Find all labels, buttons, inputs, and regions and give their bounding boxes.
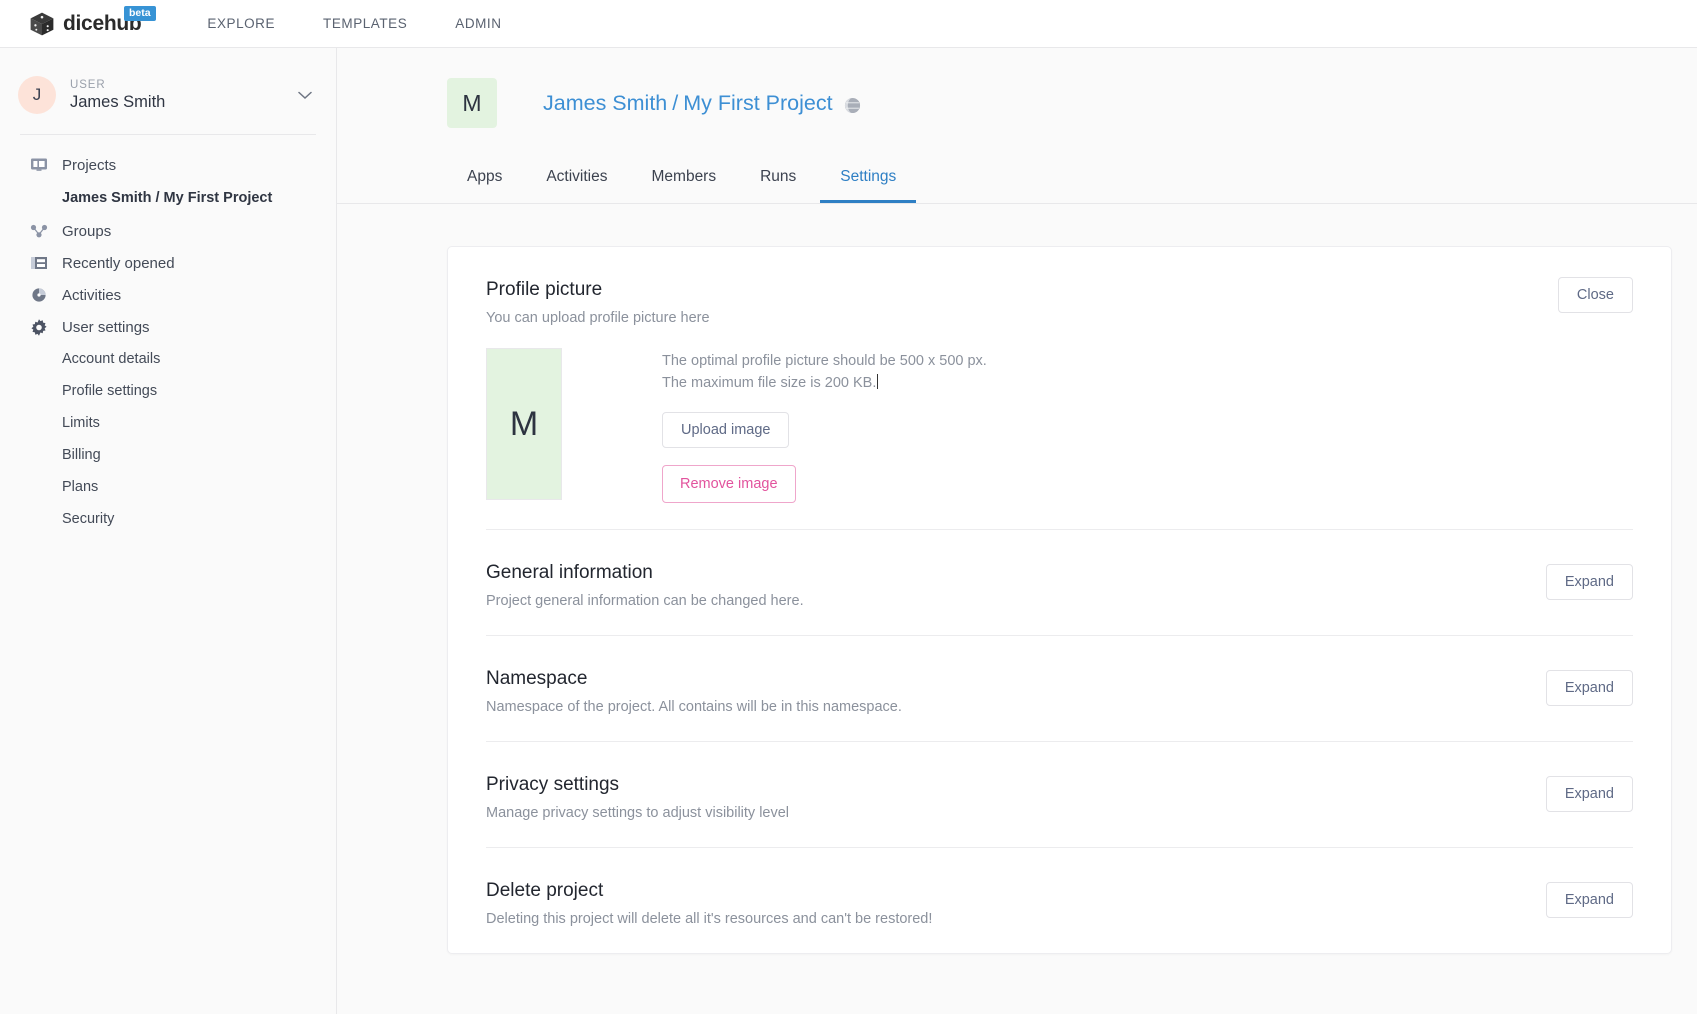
sidebar-item-groups[interactable]: Groups [0, 215, 336, 247]
avatar: J [18, 76, 56, 114]
section-delete-project: Delete project Deleting this project wil… [486, 847, 1633, 953]
section-description: Deleting this project will delete all it… [486, 911, 933, 927]
sidebar-item-limits[interactable]: Limits [0, 407, 336, 439]
section-title: Namespace [486, 668, 588, 689]
gear-icon [30, 318, 48, 336]
text-caret [877, 374, 879, 389]
profile-picture-hint-2-text: The maximum file size is 200 KB. [662, 375, 877, 391]
section-general-information: General information Project general info… [486, 529, 1633, 635]
section-description: Project general information can be chang… [486, 593, 804, 609]
section-title: Profile picture [486, 279, 603, 300]
profile-picture-controls: The optimal profile picture should be 50… [662, 348, 987, 503]
sidebar-item-plans[interactable]: Plans [0, 471, 336, 503]
profile-picture-buttons: Upload image Remove image [662, 412, 987, 503]
user-name: James Smith [70, 92, 166, 111]
breadcrumb: James Smith / My First Project [543, 91, 861, 116]
user-meta: USER James Smith [70, 79, 298, 112]
user-switcher[interactable]: J USER James Smith [0, 64, 336, 126]
sidebar-item-label: Projects [62, 156, 117, 174]
top-nav-admin[interactable]: ADMIN [431, 0, 525, 48]
top-nav-templates[interactable]: TEMPLATES [299, 0, 431, 48]
close-button[interactable]: Close [1557, 277, 1633, 313]
sidebar-item-user-settings[interactable]: User settings [0, 311, 336, 343]
expand-namespace-button[interactable]: Expand [1545, 670, 1633, 706]
section-profile-picture: Profile picture You can upload profile p… [486, 247, 1633, 529]
tab-settings[interactable]: Settings [820, 158, 917, 203]
upload-image-button[interactable]: Upload image [662, 412, 790, 448]
expand-privacy-settings-button[interactable]: Expand [1545, 776, 1633, 812]
section-title: Delete project [486, 880, 604, 901]
sidebar-item-profile-settings[interactable]: Profile settings [0, 375, 336, 407]
profile-picture-hint-2: The maximum file size is 200 KB. [662, 372, 987, 394]
section-description: Namespace of the project. All contains w… [486, 699, 902, 715]
page-header: M James Smith / My First Project Apps Ac… [337, 48, 1697, 204]
section-title: Privacy settings [486, 774, 620, 795]
project-tabs: Apps Activities Members Runs Settings [337, 158, 1697, 204]
groups-icon [30, 222, 48, 240]
top-nav-links: EXPLORE TEMPLATES ADMIN [183, 0, 525, 48]
tab-apps[interactable]: Apps [447, 158, 522, 203]
settings-card-wrapper: Profile picture You can upload profile p… [337, 204, 1697, 954]
sidebar-nav: Projects James Smith / My First Project … [0, 135, 336, 535]
profile-picture-preview: M [486, 348, 562, 500]
remove-image-button[interactable]: Remove image [662, 465, 796, 503]
project-avatar-tile: M [447, 78, 497, 128]
top-nav-explore[interactable]: EXPLORE [183, 0, 299, 48]
user-role-label: USER [70, 78, 106, 91]
projects-icon [30, 156, 48, 174]
globe-icon [844, 95, 861, 113]
brand-logo-group[interactable]: dicehub beta [28, 5, 156, 38]
sidebar-item-security[interactable]: Security [0, 503, 336, 535]
sidebar-item-recently-opened[interactable]: Recently opened [0, 247, 336, 279]
top-navigation-bar: dicehub beta EXPLORE TEMPLATES ADMIN [0, 0, 1697, 48]
tab-activities[interactable]: Activities [526, 158, 627, 203]
sidebar-item-label: Activities [62, 286, 122, 304]
section-privacy-settings: Privacy settings Manage privacy settings… [486, 741, 1633, 847]
tab-members[interactable]: Members [632, 158, 737, 203]
breadcrumb-row: M James Smith / My First Project [337, 78, 1697, 128]
section-title: General information [486, 562, 653, 583]
section-namespace: Namespace Namespace of the project. All … [486, 635, 1633, 741]
sidebar-item-label: Recently opened [62, 254, 175, 272]
chevron-down-icon[interactable] [298, 88, 316, 103]
profile-picture-row: M The optimal profile picture should be … [486, 348, 1633, 503]
sidebar-item-label: User settings [62, 318, 150, 336]
section-description: You can upload profile picture here [486, 310, 710, 326]
sidebar-item-account-details[interactable]: Account details [0, 343, 336, 375]
activities-icon [30, 286, 48, 304]
app-shell: J USER James Smith Projects James Smith … [0, 48, 1697, 1014]
section-description: Manage privacy settings to adjust visibi… [486, 805, 790, 821]
beta-badge: beta [124, 5, 156, 21]
tab-runs[interactable]: Runs [740, 158, 816, 203]
breadcrumb-separator: / [672, 90, 679, 115]
settings-card: Profile picture You can upload profile p… [447, 246, 1672, 954]
sidebar-item-billing[interactable]: Billing [0, 439, 336, 471]
sidebar-item-label: Groups [62, 222, 112, 240]
dice-cube-icon [28, 10, 56, 38]
sidebar-item-activities[interactable]: Activities [0, 279, 336, 311]
recently-opened-icon [30, 254, 48, 272]
main-content: M James Smith / My First Project Apps Ac… [337, 48, 1697, 1014]
breadcrumb-project[interactable]: My First Project [683, 91, 832, 116]
sidebar: J USER James Smith Projects James Smith … [0, 48, 337, 1014]
profile-picture-hint-1: The optimal profile picture should be 50… [662, 353, 987, 369]
expand-delete-project-button[interactable]: Expand [1545, 882, 1633, 918]
sidebar-item-my-first-project[interactable]: James Smith / My First Project [0, 181, 336, 215]
breadcrumb-owner[interactable]: James Smith [543, 91, 667, 116]
sidebar-item-projects[interactable]: Projects [0, 149, 336, 181]
expand-general-information-button[interactable]: Expand [1545, 564, 1633, 600]
